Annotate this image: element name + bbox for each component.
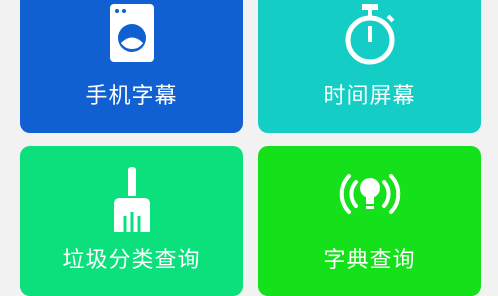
lightbulb-signal-icon — [339, 174, 400, 214]
tile-dictionary[interactable]: 字典查询 — [258, 146, 481, 296]
tile-time-screen[interactable]: 时间屏幕 — [258, 0, 481, 133]
tile-phone-subtitle-label: 手机字幕 — [85, 84, 178, 109]
washing-machine-icon — [109, 4, 154, 62]
broom-icon — [113, 167, 150, 232]
tile-phone-subtitle[interactable]: 手机字幕 — [20, 0, 243, 133]
stopwatch-icon — [345, 4, 394, 65]
tile-garbage-classification-label: 垃圾分类查询 — [62, 248, 201, 273]
tile-dictionary-label: 字典查询 — [323, 248, 416, 273]
tile-garbage-classification[interactable]: 垃圾分类查询 — [20, 146, 243, 296]
tile-time-screen-label: 时间屏幕 — [323, 84, 416, 109]
